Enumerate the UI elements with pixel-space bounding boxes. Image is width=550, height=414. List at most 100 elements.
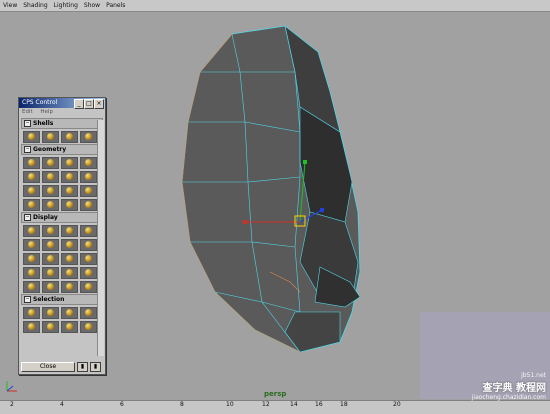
tool-button[interactable] <box>23 321 40 333</box>
tool-button[interactable] <box>80 253 97 265</box>
collapse-icon: − <box>24 296 31 303</box>
tool-button[interactable] <box>23 225 40 237</box>
section-shells: − Shells <box>21 118 103 143</box>
section-label: Selection <box>33 296 65 303</box>
tool-button[interactable] <box>23 199 40 211</box>
tool-button[interactable] <box>42 225 59 237</box>
time-slider[interactable]: 2 4 6 8 10 12 14 16 18 20 <box>0 400 550 414</box>
tool-button[interactable] <box>23 171 40 183</box>
option-button[interactable]: ▮ <box>90 362 101 372</box>
tool-button[interactable] <box>80 171 97 183</box>
tool-button[interactable] <box>61 239 78 251</box>
tool-button[interactable] <box>61 307 78 319</box>
section-geometry: − Geometry <box>21 144 103 211</box>
tool-button[interactable] <box>80 157 97 169</box>
timeline-label: 4 <box>60 401 64 408</box>
window-scrollbar[interactable] <box>97 120 104 356</box>
tool-button[interactable] <box>61 157 78 169</box>
timeline-label: 10 <box>226 401 234 408</box>
timeline-label: 14 <box>290 401 298 408</box>
menu-view[interactable]: View <box>0 0 20 11</box>
section-display: − Display <box>21 212 103 293</box>
window-title: CPS Control <box>22 99 58 106</box>
tool-button[interactable] <box>61 281 78 293</box>
tool-button[interactable] <box>61 253 78 265</box>
tool-button[interactable] <box>61 131 78 143</box>
tool-button[interactable] <box>80 321 97 333</box>
tool-button[interactable] <box>61 267 78 279</box>
tool-button[interactable] <box>80 131 97 143</box>
tool-button[interactable] <box>42 171 59 183</box>
menu-edit[interactable]: Edit <box>22 109 33 115</box>
timeline-label: 6 <box>120 401 124 408</box>
window-titlebar[interactable]: CPS Control _ □ × <box>19 98 105 109</box>
tool-button[interactable] <box>80 225 97 237</box>
timeline-label: 20 <box>393 401 401 408</box>
tool-button[interactable] <box>23 267 40 279</box>
tool-button[interactable] <box>42 253 59 265</box>
section-header[interactable]: − Selection <box>21 294 103 305</box>
watermark-title: 查字典 教程网 <box>482 383 546 394</box>
menu-show[interactable]: Show <box>81 0 103 11</box>
cps-control-window: CPS Control _ □ × Edit Help − Shells − Geo… <box>18 97 106 375</box>
section-label: Geometry <box>33 146 67 153</box>
section-label: Display <box>33 214 58 221</box>
tool-button[interactable] <box>23 307 40 319</box>
tool-button[interactable] <box>80 185 97 197</box>
axis-indicator-icon <box>6 381 17 392</box>
tool-button[interactable] <box>23 281 40 293</box>
tool-button[interactable] <box>80 267 97 279</box>
timeline-label: 18 <box>340 401 348 408</box>
collapse-icon: − <box>24 120 31 127</box>
menu-shading[interactable]: Shading <box>20 0 50 11</box>
tool-button[interactable] <box>23 253 40 265</box>
tool-button[interactable] <box>42 185 59 197</box>
menu-panels[interactable]: Panels <box>103 0 128 11</box>
tool-button[interactable] <box>42 131 59 143</box>
option-button[interactable]: ▮ <box>77 362 88 372</box>
collapse-icon: − <box>24 214 31 221</box>
section-selection: − Selection <box>21 294 103 333</box>
tool-button[interactable] <box>23 157 40 169</box>
tool-button[interactable] <box>42 321 59 333</box>
tool-button[interactable] <box>42 267 59 279</box>
collapse-icon: − <box>24 146 31 153</box>
tool-button[interactable] <box>23 185 40 197</box>
camera-label: persp <box>264 390 287 398</box>
tool-button[interactable] <box>80 307 97 319</box>
watermark: jb51.net 查字典 教程网 jiaocheng.chazidian.com <box>472 372 546 401</box>
tool-button[interactable] <box>42 307 59 319</box>
tool-button[interactable] <box>42 239 59 251</box>
timeline-label: 2 <box>10 401 14 408</box>
window-menu: Edit Help <box>19 108 105 117</box>
tool-button[interactable] <box>23 239 40 251</box>
section-header[interactable]: − Geometry <box>21 144 103 155</box>
tool-button[interactable] <box>80 281 97 293</box>
close-button[interactable]: Close <box>21 362 75 372</box>
maximize-button[interactable]: □ <box>84 99 94 109</box>
tool-button[interactable] <box>61 171 78 183</box>
tool-button[interactable] <box>42 199 59 211</box>
tool-button[interactable] <box>23 131 40 143</box>
section-header[interactable]: − Shells <box>21 118 103 129</box>
tool-button[interactable] <box>61 185 78 197</box>
tool-button[interactable] <box>61 199 78 211</box>
tool-button[interactable] <box>61 225 78 237</box>
window-footer: Close ▮ ▮ <box>21 362 101 372</box>
section-header[interactable]: − Display <box>21 212 103 223</box>
tool-button[interactable] <box>80 199 97 211</box>
section-label: Shells <box>33 120 54 127</box>
tool-button[interactable] <box>42 157 59 169</box>
tool-button[interactable] <box>80 239 97 251</box>
minimize-button[interactable]: _ <box>74 99 84 109</box>
close-window-button[interactable]: × <box>94 99 104 109</box>
menu-help[interactable]: Help <box>40 109 53 115</box>
menu-lighting[interactable]: Lighting <box>51 0 81 11</box>
tool-button[interactable] <box>42 281 59 293</box>
timeline-label: 12 <box>262 401 270 408</box>
tool-button[interactable] <box>61 321 78 333</box>
panel-menubar: View Shading Lighting Show Panels <box>0 0 550 12</box>
watermark-url: jiaocheng.chazidian.com <box>471 394 546 401</box>
timeline-label: 16 <box>315 401 323 408</box>
timeline-label: 8 <box>180 401 184 408</box>
